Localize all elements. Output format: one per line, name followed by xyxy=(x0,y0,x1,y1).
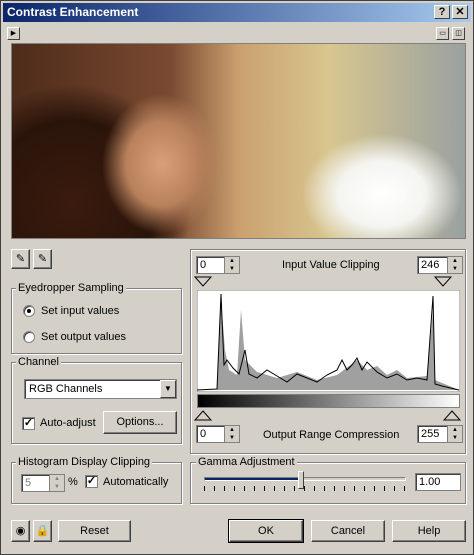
spinner-arrows-icon[interactable]: ▲ ▼ xyxy=(224,426,239,442)
reset-button[interactable]: Reset xyxy=(58,520,131,542)
title-bar: Contrast Enhancement xyxy=(3,3,471,22)
help-button[interactable]: Help xyxy=(392,520,466,542)
eyedropper-low-icon[interactable]: ✎ xyxy=(11,249,30,269)
ok-button[interactable]: OK xyxy=(228,519,304,543)
auto-adjust-label[interactable]: Auto-adjust xyxy=(40,417,96,429)
help-title-button[interactable]: ? xyxy=(434,5,450,19)
expand-arrow-icon[interactable]: ▶ xyxy=(7,27,20,40)
output-high-spinner[interactable]: 255 ▲ ▼ xyxy=(417,425,463,443)
output-high-handle-icon[interactable] xyxy=(442,410,462,422)
spinner-arrows-icon[interactable]: ▲ ▼ xyxy=(447,426,462,442)
dialog-window: Contrast Enhancement ? ✕ ▶ ▭ ◫ ✎ ✎ Eyedr… xyxy=(0,0,474,555)
preview-mode-icon[interactable]: ▭ xyxy=(436,27,449,40)
input-high-value: 246 xyxy=(421,259,440,271)
gamma-slider-fill xyxy=(205,478,301,480)
options-button[interactable]: Options... xyxy=(103,411,177,434)
eyedropper-group-title: Eyedropper Sampling xyxy=(16,282,126,294)
percent-unit: % xyxy=(68,476,78,488)
gamma-value: 1.00 xyxy=(419,476,441,488)
cancel-button[interactable]: Cancel xyxy=(311,520,385,542)
window-title: Contrast Enhancement xyxy=(7,5,139,19)
input-low-spinner[interactable]: 0 ▲ ▼ xyxy=(196,256,240,274)
set-input-radio[interactable] xyxy=(23,305,35,317)
set-output-label[interactable]: Set output values xyxy=(41,331,126,343)
pin-icon[interactable]: ◉ xyxy=(11,520,30,542)
histogram-clipping-title: Histogram Display Clipping xyxy=(16,456,153,468)
input-high-handle-icon[interactable] xyxy=(433,276,453,288)
spinner-arrows-icon[interactable]: ▲ ▼ xyxy=(224,257,239,273)
channel-select[interactable]: RGB Channels ▼ xyxy=(24,379,177,399)
split-preview-icon[interactable]: ◫ xyxy=(452,27,465,40)
spinner-arrows-icon[interactable]: ▲ ▼ xyxy=(49,475,64,491)
lock-icon[interactable]: 🔒 xyxy=(33,520,52,542)
close-button[interactable]: ✕ xyxy=(452,5,468,19)
histogram-graph xyxy=(197,290,460,392)
input-low-value: 0 xyxy=(200,259,207,271)
spinner-arrows-icon[interactable]: ▲ ▼ xyxy=(447,257,462,273)
eyedropper-high-icon[interactable]: ✎ xyxy=(33,249,52,269)
gamma-ticks xyxy=(204,486,406,491)
clipping-percent-spinner[interactable]: 5 ▲ ▼ xyxy=(21,474,65,492)
preview-image xyxy=(11,43,466,239)
output-low-handle-icon[interactable] xyxy=(193,410,213,422)
output-high-value: 255 xyxy=(421,428,440,440)
output-low-spinner[interactable]: 0 ▲ ▼ xyxy=(196,425,240,443)
channel-select-value: RGB Channels xyxy=(29,383,103,395)
input-clipping-label: Input Value Clipping xyxy=(282,259,380,271)
auto-adjust-checkbox[interactable]: ✓ xyxy=(22,417,35,430)
set-output-radio[interactable] xyxy=(23,331,35,343)
clipping-percent-value: 5 xyxy=(25,477,32,489)
automatically-checkbox[interactable]: ✓ xyxy=(85,475,98,488)
output-low-value: 0 xyxy=(200,428,207,440)
channel-group-title: Channel xyxy=(16,356,61,368)
output-range-label: Output Range Compression xyxy=(263,429,400,441)
gamma-value-field[interactable]: 1.00 xyxy=(415,473,461,491)
gamma-group-title: Gamma Adjustment xyxy=(196,456,297,468)
gradient-strip xyxy=(197,394,460,408)
eyedropper-group xyxy=(11,288,182,354)
input-high-spinner[interactable]: 246 ▲ ▼ xyxy=(417,256,463,274)
set-input-label[interactable]: Set input values xyxy=(41,305,119,317)
input-low-handle-icon[interactable] xyxy=(193,276,213,288)
automatically-label[interactable]: Automatically xyxy=(103,476,168,488)
chevron-down-icon[interactable]: ▼ xyxy=(160,380,176,398)
